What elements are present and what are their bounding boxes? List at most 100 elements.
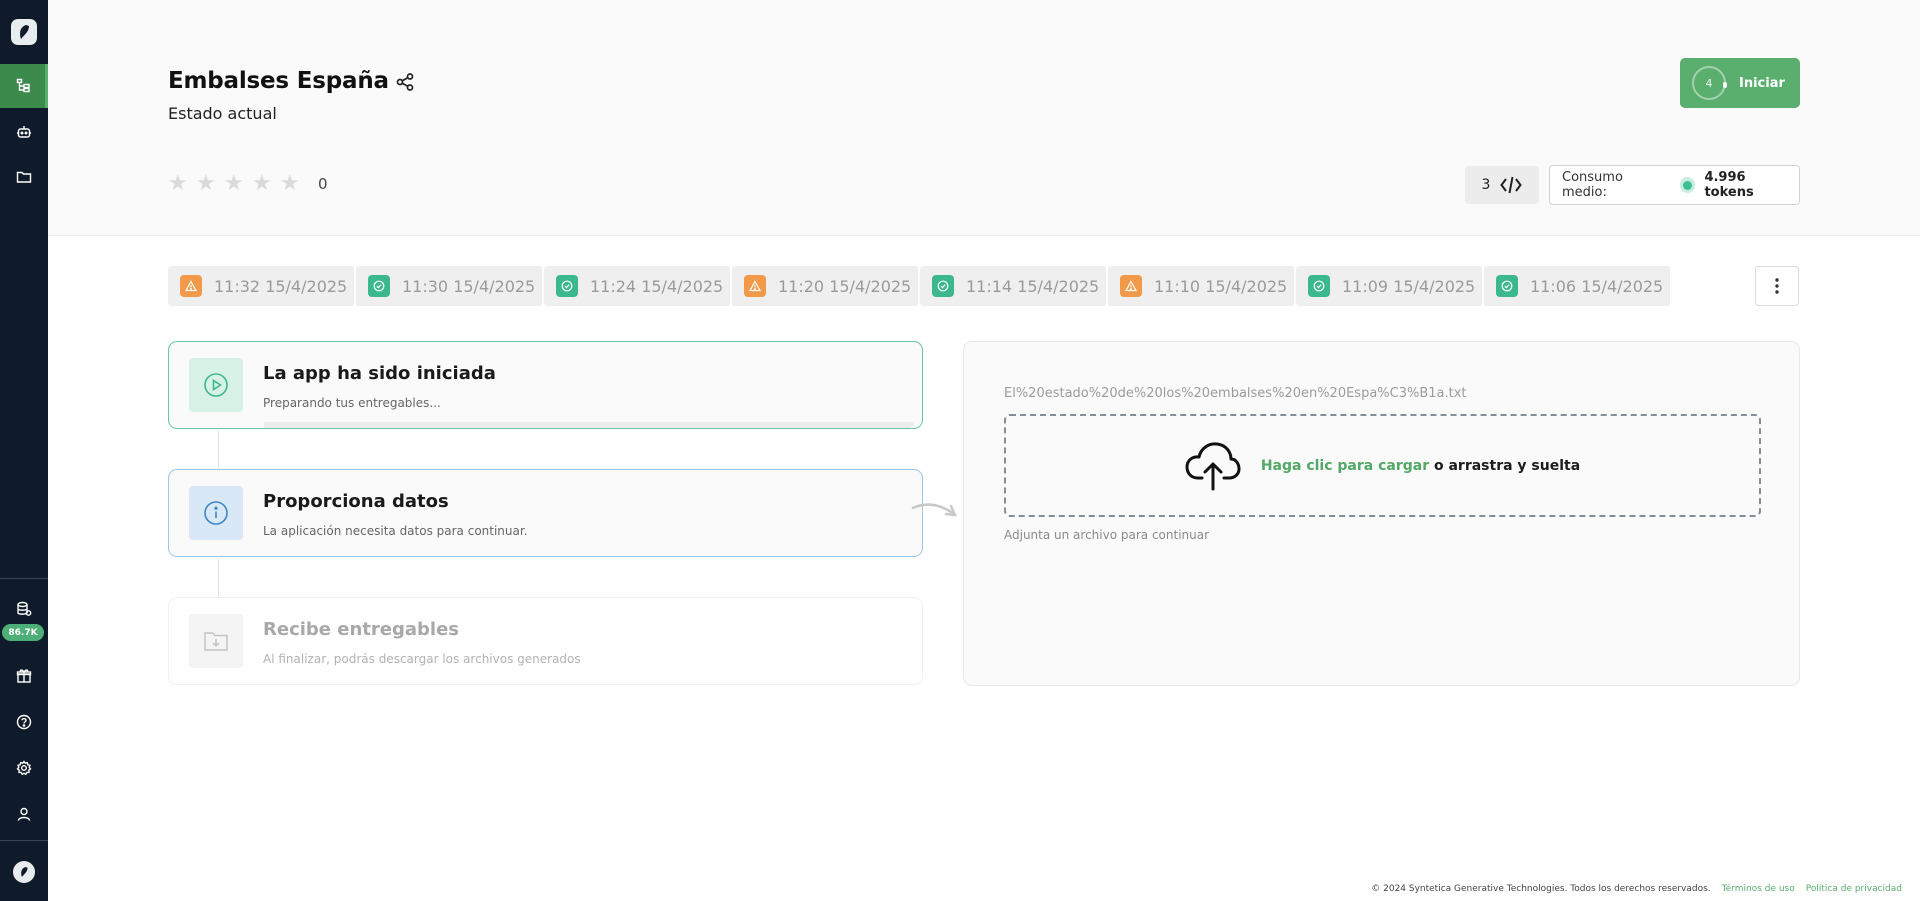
check-circle-icon xyxy=(1308,275,1330,297)
star-icon-2[interactable]: ★ xyxy=(196,173,224,195)
step-receive-deliverables: Recibe entregables Al finalizar, podrás … xyxy=(168,597,923,685)
folder-download-icon xyxy=(204,632,228,651)
step-provide-icon-box xyxy=(189,486,243,540)
run-tab[interactable]: 11:10 15/4/2025 xyxy=(1108,266,1294,306)
folder-icon xyxy=(16,171,32,183)
run-timestamp: 11:06 15/4/2025 xyxy=(1530,276,1664,296)
run-tab[interactable]: 11:09 15/4/2025 xyxy=(1296,266,1482,306)
run-timestamp: 11:24 15/4/2025 xyxy=(590,276,724,296)
run-timestamp: 11:20 15/4/2025 xyxy=(778,276,912,296)
run-tab[interactable]: 11:20 15/4/2025 xyxy=(732,266,918,306)
star-icon-3[interactable]: ★ xyxy=(224,173,252,195)
app-header: Embalses España Estado actual 4 Iniciar … xyxy=(48,0,1920,236)
step-description: Preparando tus entregables... xyxy=(263,396,441,410)
run-timestamp: 11:10 15/4/2025 xyxy=(1154,276,1288,296)
file-dropzone[interactable]: Haga clic para cargar o arrastra y suelt… xyxy=(1004,414,1761,517)
share-button[interactable] xyxy=(393,70,417,94)
database-icon xyxy=(17,601,32,616)
consumption-value: 4.996 tokens xyxy=(1704,170,1754,200)
sidebar-item-settings[interactable] xyxy=(0,746,48,790)
warning-icon xyxy=(1120,275,1142,297)
consumption-label: Consumo medio: xyxy=(1562,170,1623,200)
gift-icon xyxy=(16,669,32,683)
step-started: La app ha sido iniciada Preparando tus e… xyxy=(168,341,923,429)
run-tab[interactable]: 11:32 15/4/2025 xyxy=(168,266,354,306)
code-icon xyxy=(1500,176,1523,194)
check-circle-icon xyxy=(1496,275,1518,297)
more-vertical-icon xyxy=(1775,278,1779,294)
token-dot-icon xyxy=(1679,177,1696,193)
step-title: La app ha sido iniciada xyxy=(263,363,496,384)
expected-file-name: El%20estado%20de%20los%20embalses%20en%2… xyxy=(1004,386,1467,401)
warning-icon xyxy=(180,275,202,297)
step-started-icon-box xyxy=(189,358,243,412)
sidebar-item-gifts[interactable] xyxy=(0,654,48,698)
start-button-label: Iniciar xyxy=(1739,75,1785,91)
check-circle-icon xyxy=(368,275,390,297)
run-timestamp: 11:32 15/4/2025 xyxy=(214,276,348,296)
run-tab[interactable]: 11:06 15/4/2025 xyxy=(1484,266,1670,306)
sidebar-item-flows[interactable] xyxy=(0,64,48,108)
rating-count: 0 xyxy=(318,175,328,193)
sidebar-item-bots[interactable] xyxy=(0,110,48,154)
page-title: Embalses España xyxy=(168,68,389,94)
copyright: © 2024 Syntetica Generative Technologies… xyxy=(1371,884,1711,894)
sidebar-item-files[interactable] xyxy=(0,155,48,199)
share-icon xyxy=(396,73,414,91)
sidebar-divider-bottom xyxy=(0,840,48,841)
run-timestamp: 11:09 15/4/2025 xyxy=(1342,276,1476,296)
flow-tree-icon xyxy=(16,78,30,93)
step-description: La aplicación necesita datos para contin… xyxy=(263,524,528,538)
help-icon xyxy=(16,714,32,730)
average-consumption: Consumo medio: 4.996 tokens xyxy=(1549,165,1800,205)
dropzone-text: Haga clic para cargar o arrastra y suelt… xyxy=(1261,458,1580,474)
step-connector xyxy=(218,558,219,596)
footer: © 2024 Syntetica Generative Technologies… xyxy=(1371,884,1902,894)
curved-arrow-icon xyxy=(911,503,958,517)
sidebar-item-account[interactable] xyxy=(0,792,48,836)
more-options-button[interactable] xyxy=(1755,266,1799,306)
start-button[interactable]: 4 Iniciar xyxy=(1680,58,1800,108)
step-provide-data: Proporciona datos La aplicación necesita… xyxy=(168,469,923,557)
check-circle-icon xyxy=(556,275,578,297)
step-title: Recibe entregables xyxy=(263,619,459,640)
terms-link[interactable]: Términos de uso xyxy=(1722,884,1795,894)
star-icon-1[interactable]: ★ xyxy=(168,173,196,195)
check-circle-icon xyxy=(932,275,954,297)
warning-icon xyxy=(744,275,766,297)
star-icon-4[interactable]: ★ xyxy=(252,173,280,195)
brand-logo[interactable] xyxy=(13,861,35,883)
code-button[interactable]: 3 xyxy=(1465,166,1539,204)
run-timestamp: 11:14 15/4/2025 xyxy=(966,276,1100,296)
step-connector xyxy=(218,430,219,468)
run-tab[interactable]: 11:24 15/4/2025 xyxy=(544,266,730,306)
step-description: Al finalizar, podrás descargar los archi… xyxy=(263,652,581,666)
run-timestamp: 11:30 15/4/2025 xyxy=(402,276,536,296)
privacy-link[interactable]: Política de privacidad xyxy=(1806,884,1902,894)
page-subtitle: Estado actual xyxy=(168,104,277,123)
code-count: 3 xyxy=(1481,177,1491,193)
dropzone-rest-text: o arrastra y suelta xyxy=(1429,457,1581,474)
run-counter-ring: 4 xyxy=(1692,66,1727,100)
run-tab[interactable]: 11:30 15/4/2025 xyxy=(356,266,542,306)
info-icon xyxy=(204,501,228,525)
run-history: 11:32 15/4/2025 11:30 15/4/2025 11:24 15/4… xyxy=(168,266,1670,306)
sidebar-divider xyxy=(0,578,48,579)
run-tab[interactable]: 11:14 15/4/2025 xyxy=(920,266,1106,306)
gear-icon xyxy=(16,760,32,776)
rating: ★ ★ ★ ★ ★ 0 xyxy=(168,173,328,195)
cloud-upload-icon xyxy=(1185,441,1241,490)
step-receive-icon-box xyxy=(189,614,243,668)
user-icon xyxy=(17,807,31,821)
play-circle-icon xyxy=(204,373,228,397)
sidebar-item-help[interactable] xyxy=(0,700,48,744)
step-title: Proporciona datos xyxy=(263,491,449,512)
upload-panel: El%20estado%20de%20los%20embalses%20en%2… xyxy=(963,341,1800,686)
app-logo[interactable] xyxy=(11,19,37,45)
robot-icon xyxy=(17,126,31,138)
star-icon-5[interactable]: ★ xyxy=(280,173,308,195)
tokens-badge: 86.7K xyxy=(2,624,44,641)
upload-hint: Adjunta un archivo para continuar xyxy=(1004,528,1210,542)
upload-link[interactable]: Haga clic para cargar xyxy=(1261,458,1429,474)
sidebar: 86.7K xyxy=(0,0,48,901)
